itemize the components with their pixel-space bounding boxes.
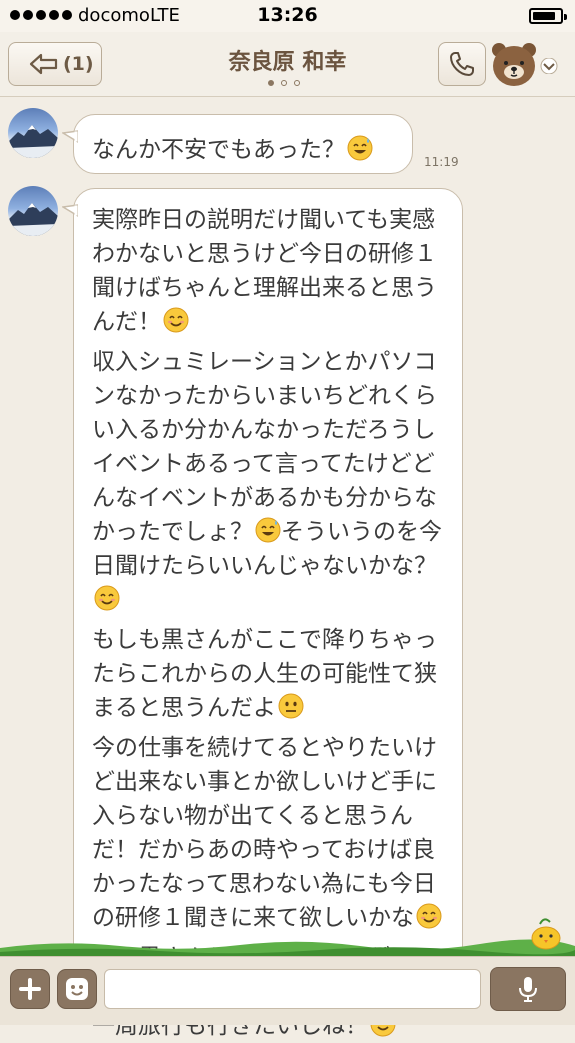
message-text: 今の仕事を続けてるとやりたいけど出来ない事とか欲しいけど手に入らない物が出てくる…	[92, 735, 437, 931]
sweat-smile-icon	[347, 135, 373, 161]
phone-icon	[450, 52, 474, 76]
message-paragraph: もしも黒さんがここで降りちゃったらこれからの人生の可能性て狭まると思うんだよ	[92, 623, 452, 725]
microphone-icon	[519, 977, 537, 1002]
page-dot	[294, 80, 300, 86]
grass-decoration	[0, 939, 575, 958]
message-text: なんか不安でもあった？	[92, 137, 345, 163]
avatar[interactable]	[8, 108, 58, 158]
neutral-face-icon	[278, 693, 304, 719]
message-paragraph: 実際昨日の説明だけ聞いても実感わかないと思うけど今日の研修１聞けばちゃんと理解出…	[92, 203, 452, 339]
smile-icon	[94, 585, 120, 611]
avatar-mountain-icon	[8, 125, 58, 158]
message-input[interactable]	[104, 969, 481, 1009]
avatar[interactable]	[8, 186, 58, 236]
chevron-down-icon[interactable]	[538, 58, 560, 74]
message-text: もしも黒さんがここで降りちゃったらこれからの人生の可能性て狭まると思うんだよ	[92, 627, 437, 721]
status-time: 13:26	[257, 4, 318, 26]
bubble-tail	[62, 204, 78, 217]
add-button[interactable]	[10, 969, 50, 1009]
call-button[interactable]	[438, 42, 486, 86]
avatar-mountain-icon	[8, 203, 58, 236]
message-text: 収入シュミレーションとかパソコンなかったからいまいちどれくらい入るか分かんなかっ…	[92, 349, 437, 545]
status-bar: docomo LTE 13:26	[0, 0, 575, 32]
contact-name[interactable]: 奈良原 和幸	[0, 44, 575, 76]
plus-icon	[19, 978, 41, 1000]
message-paragraph: 収入シュミレーションとかパソコンなかったからいまいちどれくらい入るか分かんなかっ…	[92, 345, 452, 617]
message-paragraph: 今の仕事を続けてるとやりたいけど出来ない事とか欲しいけど手に入らない物が出てくる…	[92, 731, 452, 935]
smile-icon	[163, 307, 189, 333]
page-dot	[281, 80, 287, 86]
message-time: 11:19	[424, 155, 459, 169]
chick-icon	[531, 918, 561, 950]
page-indicator	[268, 80, 300, 86]
sticker-button[interactable]	[57, 969, 97, 1009]
message-bubble[interactable]: なんか不安でもあった？	[62, 114, 413, 174]
voice-button[interactable]	[490, 967, 566, 1011]
sweat-smile-icon	[255, 517, 281, 543]
brown-bear-icon[interactable]	[490, 38, 538, 90]
battery-icon	[529, 8, 567, 24]
page-dot	[268, 80, 274, 86]
sticker-face-icon	[66, 978, 88, 1000]
smile-icon	[416, 903, 442, 929]
chat-header: (1) 奈良原 和幸	[0, 32, 575, 97]
message-input-bar	[0, 956, 575, 1025]
message-bubble[interactable]: 実際昨日の説明だけ聞いても実感わかないと思うけど今日の研修１聞けばちゃんと理解出…	[62, 188, 463, 1039]
message-text: 実際昨日の説明だけ聞いても実感わかないと思うけど今日の研修１聞けばちゃんと理解出…	[92, 207, 437, 335]
bubble-tail	[62, 130, 78, 143]
